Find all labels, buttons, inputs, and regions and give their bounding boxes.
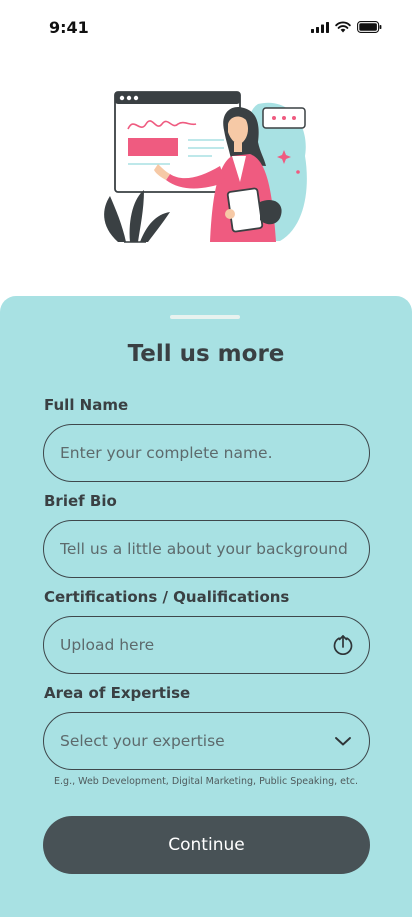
sheet-drag-handle[interactable] xyxy=(170,315,240,319)
bio-placeholder: Tell us a little about your background xyxy=(60,540,348,558)
expertise-label: Area of Expertise xyxy=(44,684,191,702)
chevron-down-icon[interactable] xyxy=(331,729,355,753)
full-name-input[interactable]: Enter your complete name. xyxy=(43,424,370,482)
status-bar: 9:41 xyxy=(0,0,412,56)
details-sheet: Tell us more Full Name Enter your comple… xyxy=(0,296,412,917)
presenter-illustration xyxy=(104,91,307,243)
certifications-placeholder: Upload here xyxy=(60,636,155,654)
status-time: 9:41 xyxy=(49,18,89,37)
upload-icon[interactable] xyxy=(331,633,355,657)
sheet-title: Tell us more xyxy=(127,341,285,367)
signal-icon xyxy=(311,21,329,33)
certifications-label: Certifications / Qualifications xyxy=(44,588,290,606)
status-icons xyxy=(311,21,382,33)
certifications-upload-field[interactable]: Upload here xyxy=(43,616,370,674)
full-name-placeholder: Enter your complete name. xyxy=(60,444,273,462)
continue-button[interactable]: Continue xyxy=(43,816,370,874)
expertise-placeholder: Select your expertise xyxy=(60,732,225,750)
bio-label: Brief Bio xyxy=(44,492,117,510)
wifi-icon xyxy=(335,21,351,33)
full-name-label: Full Name xyxy=(44,396,129,414)
app-screen: 9:41 Tell us more Full Name Enter your c… xyxy=(0,0,412,917)
bio-input[interactable]: Tell us a little about your background xyxy=(43,520,370,578)
expertise-hint: E.g., Web Development, Digital Marketing… xyxy=(54,776,358,787)
battery-icon xyxy=(357,21,382,33)
expertise-select[interactable]: Select your expertise xyxy=(43,712,370,770)
